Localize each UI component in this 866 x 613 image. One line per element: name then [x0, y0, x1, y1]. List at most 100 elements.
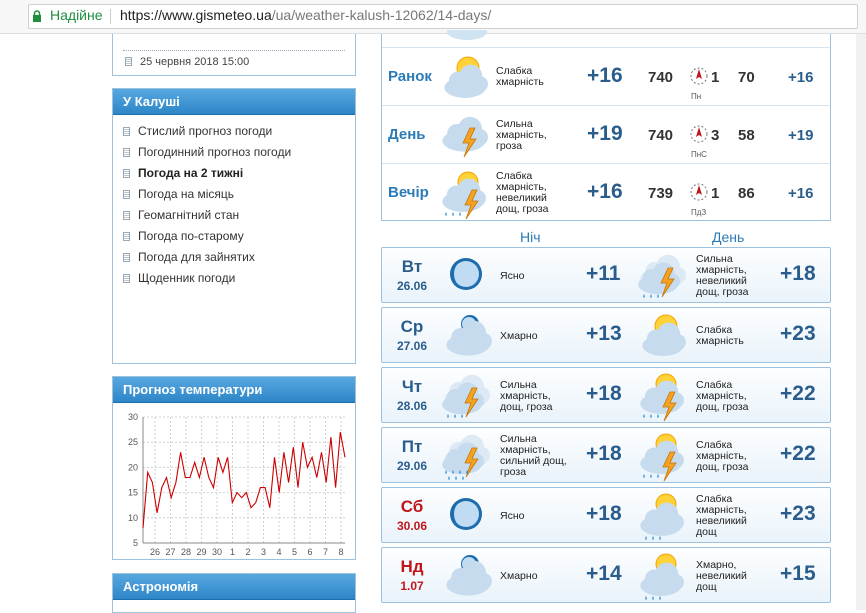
day-temperature: +23: [780, 322, 816, 345]
period-wind-speed: 1: [711, 185, 720, 202]
lock-icon: [33, 10, 41, 22]
description-line: хмарність,: [496, 128, 547, 141]
y-tick-label: 5: [133, 538, 138, 548]
astronomy-box: Астрономія: [112, 573, 356, 613]
document-icon: [123, 127, 130, 136]
wind-direction-icon: [690, 125, 708, 143]
sidebar-menu-item[interactable]: Погода на 2 тижні: [123, 163, 355, 184]
sun-thunder-rain-icon: [636, 430, 692, 482]
day-description: Сильна хмарність, невеликий дощ, гроза: [696, 254, 749, 298]
day-forecast-row[interactable]: Вт 26.06 Ясно +11 Сильна хмарність, невели…: [381, 247, 831, 303]
y-tick-label: 25: [128, 437, 138, 447]
y-tick-label: 20: [128, 462, 138, 472]
day-forecast-row[interactable]: Сб 30.06 Ясно +18 Слабка хмарність, невели…: [381, 487, 831, 543]
period-name: День: [388, 126, 426, 143]
scrollbar[interactable]: [856, 34, 866, 610]
day-description: Слабка хмарність, дощ, гроза: [696, 438, 749, 473]
day-description: Хмарно, невеликий дощ: [696, 558, 747, 593]
day-name: Нд: [400, 557, 424, 576]
day-date: 27.06: [396, 339, 428, 353]
period-name: Вечір: [388, 184, 429, 201]
description-line: хмарність: [696, 335, 744, 347]
period-wind-speed: 3: [711, 127, 720, 144]
day-date: 1.07: [400, 579, 424, 593]
document-icon: [123, 190, 130, 199]
night-description: Ясно: [500, 509, 525, 522]
day-description: Слабка хмарність, дощ, гроза: [696, 378, 749, 413]
x-tick-label: 1: [230, 547, 235, 557]
day-date: 26.06: [396, 279, 428, 293]
description-line: дощ: [696, 580, 717, 593]
day-temperature: +22: [780, 442, 816, 465]
y-tick-label: 15: [128, 488, 138, 498]
night-description: Хмарно: [500, 569, 538, 582]
x-tick-label: 5: [292, 547, 297, 557]
menu-item-label: Погода на 2 тижні: [138, 166, 244, 180]
description-line: Ясно: [500, 269, 525, 282]
period-temperature: +16: [587, 64, 623, 87]
night-description: Ясно: [500, 269, 525, 282]
day-temperature: +23: [780, 502, 816, 525]
day-name: Ср: [400, 317, 424, 336]
night-temperature: +11: [586, 262, 621, 285]
day-name: Чт: [401, 377, 423, 396]
period-humidity: 70: [738, 69, 755, 86]
chart-title: Прогноз температури: [113, 377, 355, 403]
moon-icon: [440, 250, 496, 302]
day-forecast-row[interactable]: Нд 1.07 Хмарно +14 Хмарно, невеликий дощ +…: [381, 547, 831, 603]
x-tick-label: 28: [181, 547, 191, 557]
secure-label[interactable]: Надійне: [50, 4, 103, 27]
sidebar-menu-item[interactable]: Геомагнітний стан: [123, 205, 355, 226]
sidebar-menu-item[interactable]: Погода на місяць: [123, 184, 355, 205]
temperature-chart: 5101520253026 27 28 29 30 1 2 3 4 5 6 7 8: [128, 412, 346, 557]
x-tick-label: 6: [307, 547, 312, 557]
sidebar-menu-item[interactable]: Погода по-старому: [123, 226, 355, 247]
url-text[interactable]: https://www.gismeteo.ua/ua/weather-kalus…: [120, 4, 491, 27]
divider: [110, 9, 111, 24]
period-description: Слабка хмарність: [496, 66, 544, 88]
night-temperature: +18: [586, 442, 622, 465]
day-forecast-row[interactable]: Чт 28.06 Сильна хмарність, дощ, гроза +18 …: [381, 367, 831, 423]
wind-direction-label: ПдЗ: [691, 208, 707, 217]
description-line: Хмарно,: [696, 558, 737, 571]
menu-item-label: Погодинний прогноз погоди: [138, 145, 292, 159]
description-line: Слабка: [696, 378, 733, 391]
x-tick-label: 4: [276, 547, 281, 557]
description-line: Хмарно: [500, 329, 538, 342]
sidebar-menu-item[interactable]: Стислий прогноз погоди: [123, 121, 355, 142]
day-forecast-row[interactable]: Ср 27.06 Хмарно +13 Слабка хмарність +23: [381, 307, 831, 363]
temperature-chart-box: Прогноз температури 5 10 15 20 25 30 26 27 28 29 3…: [112, 376, 356, 560]
menu-item-label: Погода на місяць: [138, 187, 235, 201]
description-line: Слабка: [696, 438, 733, 451]
description-line: Сильна: [496, 117, 533, 130]
day-name: Вт: [401, 257, 423, 276]
x-tick-label: 27: [165, 547, 175, 557]
period-row: День Сильна хмарність, гроза +19 740 ПнС 3…: [382, 105, 830, 163]
period-humidity: 86: [738, 185, 755, 202]
day-column-header: День: [712, 229, 745, 245]
sidebar-menu-item[interactable]: Погода для зайнятих: [123, 247, 355, 268]
period-name: Ранок: [388, 68, 432, 85]
description-line: гроза: [496, 139, 523, 152]
period-temperature: +16: [587, 180, 623, 203]
document-icon: [123, 211, 130, 220]
city-menu-box: У Калуші Стислий прогноз погоди Погодинни…: [112, 88, 356, 364]
night-description: Сильна хмарність, дощ, гроза: [500, 379, 553, 413]
description-line: хмарність: [496, 76, 544, 88]
thunderstorm-icon: [438, 110, 492, 160]
x-tick-label: 3: [261, 547, 266, 557]
y-tick-label: 30: [128, 412, 138, 422]
wind-direction-icon: [690, 183, 708, 201]
y-tick-label: 10: [128, 513, 138, 523]
day-forecast-row[interactable]: Пт 29.06 Сильна хмарність, сильний дощ, гро…: [381, 427, 831, 483]
period-pressure: 740: [648, 127, 674, 144]
sidebar-menu-item[interactable]: Погодинний прогноз погоди: [123, 142, 355, 163]
night-temperature: +13: [586, 322, 622, 345]
x-tick-label: 7: [323, 547, 328, 557]
url-host: https://www.gismeteo.ua: [120, 7, 272, 23]
description-line: Хмарно: [500, 569, 538, 582]
description-line: Ясно: [500, 509, 525, 522]
document-icon: [123, 148, 130, 157]
sidebar-menu-item[interactable]: Щоденник погоди: [123, 268, 355, 289]
description-line: хмарність,: [696, 389, 747, 402]
